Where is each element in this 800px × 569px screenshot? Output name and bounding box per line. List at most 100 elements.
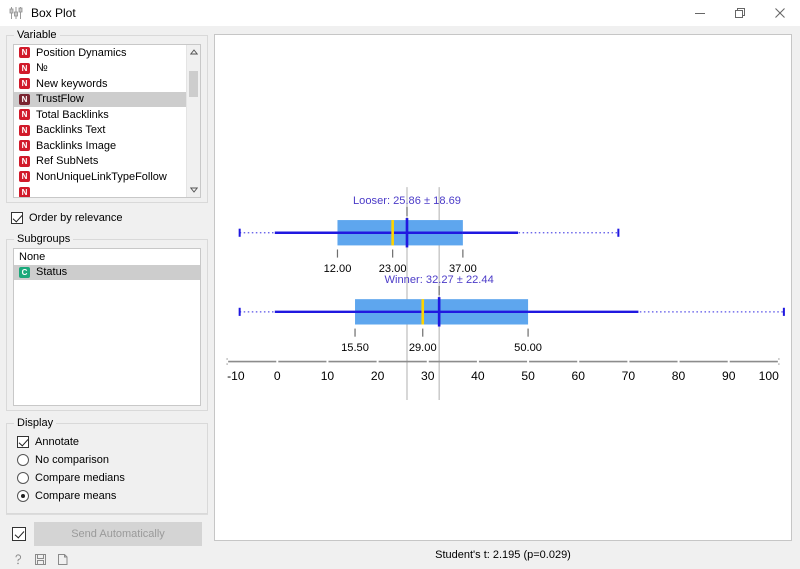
scroll-down-icon[interactable]	[187, 183, 200, 197]
numeric-variable-icon: N	[19, 62, 30, 74]
numeric-variable-icon: N	[19, 155, 30, 167]
display-group-title: Display	[14, 417, 57, 429]
variable-list-item-label: Backlinks Image	[36, 139, 117, 152]
radio-button[interactable]	[17, 472, 29, 484]
scrollbar-thumb[interactable]	[189, 71, 198, 97]
variable-list-item-label: New keywords	[36, 77, 108, 90]
variable-list-item[interactable]: N Position Dynamics	[14, 45, 186, 61]
box-annotation-label: Looser: 25.86 ± 18.69	[353, 195, 461, 207]
q3-value-label: 50.00	[514, 342, 542, 354]
variable-list-item-partial[interactable]: N	[14, 185, 186, 197]
title-bar: Box Plot	[0, 0, 800, 26]
statusbar: Student's t: 2.195 (p=0.029)	[214, 541, 792, 569]
order-by-relevance-checkbox[interactable]: Order by relevance	[11, 209, 208, 227]
annotate-checkbox-box[interactable]	[17, 436, 29, 448]
statistical-test-result: Student's t: 2.195 (p=0.029)	[435, 549, 571, 561]
box-plot-window: Box Plot Variable N Position Dynamics N …	[0, 0, 800, 569]
numeric-variable-icon: N	[19, 140, 30, 152]
variable-list-item[interactable]: N Backlinks Image	[14, 138, 186, 154]
save-icon[interactable]	[34, 553, 47, 569]
control-sidebar: Variable N Position Dynamics N № N New keywor…	[0, 26, 214, 569]
boxplot-icon	[8, 5, 24, 21]
x-axis-tick-label: 90	[722, 369, 736, 383]
subgroup-list-item-label: None	[19, 250, 46, 263]
send-automatically-checkbox[interactable]	[12, 527, 26, 541]
subgroups-list[interactable]: None C Status	[13, 248, 201, 406]
window-controls	[680, 0, 800, 26]
categorical-variable-icon: C	[19, 266, 30, 278]
numeric-variable-icon: N	[19, 78, 30, 90]
median-value-label: 29.00	[409, 342, 437, 354]
window-title: Box Plot	[31, 5, 76, 20]
annotate-label: Annotate	[35, 436, 80, 448]
numeric-variable-icon: N	[19, 124, 30, 136]
q1-value-label: 15.50	[341, 342, 369, 354]
comparison-radio-label: No comparison	[35, 454, 109, 466]
order-by-relevance-label: Order by relevance	[29, 212, 123, 224]
x-axis-tick-label: 70	[622, 369, 636, 383]
comparison-radio-option[interactable]: No comparison	[17, 451, 201, 469]
comparison-radio-label: Compare medians	[35, 472, 125, 484]
variable-list-item-label: NonUniqueLinkTypeFollow	[36, 170, 167, 183]
comparison-radio-option[interactable]: Compare means	[17, 487, 201, 505]
variable-list-item[interactable]: N Ref SubNets	[14, 154, 186, 170]
subgroups-group-title: Subgroups	[14, 233, 74, 245]
plot-canvas[interactable]: Looser: 25.86 ± 18.69 12.00 23.00 37.00 Winn…	[214, 34, 792, 541]
variable-list-item[interactable]: N TrustFlow	[14, 91, 186, 107]
variable-list-item[interactable]: N New keywords	[14, 76, 186, 92]
subgroups-group: Subgroups None C Status	[6, 233, 208, 411]
x-axis-tick-label: 60	[572, 369, 586, 383]
subgroup-list-item[interactable]: C Status	[14, 264, 200, 280]
numeric-variable-icon: N	[19, 93, 30, 105]
x-axis-tick-label: 30	[421, 369, 435, 383]
plot-panel: Looser: 25.86 ± 18.69 12.00 23.00 37.00 Winn…	[214, 26, 800, 569]
radio-button[interactable]	[17, 454, 29, 466]
variable-list-item-label: Backlinks Text	[36, 124, 106, 137]
send-bar: Send Automatically	[6, 514, 208, 550]
annotate-checkbox[interactable]: Annotate	[17, 433, 201, 451]
variable-list-item[interactable]: N №	[14, 61, 186, 77]
variable-list-item-label: Total Backlinks	[36, 108, 109, 121]
send-automatically-button[interactable]: Send Automatically	[34, 522, 202, 546]
subgroup-list-item-label: Status	[36, 266, 68, 279]
display-group: Display Annotate No comparison Compare me…	[6, 417, 208, 514]
maximize-icon[interactable]	[720, 0, 760, 26]
x-axis-tick-label: -10	[227, 369, 245, 383]
variable-list-item-label: №	[36, 62, 48, 75]
numeric-variable-icon: N	[19, 47, 30, 59]
box-plot-chart: Looser: 25.86 ± 18.6912.00 23.00 37.00Winn…	[226, 187, 785, 401]
numeric-variable-icon: N	[19, 109, 30, 121]
help-icon[interactable]	[12, 553, 25, 569]
x-axis-tick-label: 80	[672, 369, 686, 383]
variable-group-title: Variable	[14, 29, 60, 41]
variable-list-item-label: Position Dynamics	[36, 46, 127, 59]
numeric-variable-icon: N	[19, 171, 30, 183]
radio-button[interactable]	[17, 490, 29, 502]
sidebar-status-icons	[6, 550, 208, 569]
comparison-radio-option[interactable]: Compare medians	[17, 469, 201, 487]
x-axis-tick-label: 40	[471, 369, 485, 383]
variable-list-item-label: Ref SubNets	[36, 155, 99, 168]
variable-list-item-label: TrustFlow	[36, 93, 84, 106]
x-axis-tick-label: 10	[321, 369, 335, 383]
comparison-radio-label: Compare means	[35, 490, 117, 502]
subgroup-list-item[interactable]: None	[14, 249, 200, 265]
variable-list-scrollbar[interactable]	[186, 45, 200, 197]
window-body: Variable N Position Dynamics N № N New keywor…	[0, 26, 800, 569]
report-icon[interactable]	[56, 553, 69, 569]
variable-list-item[interactable]: N NonUniqueLinkTypeFollow	[14, 169, 186, 185]
variable-list-item[interactable]: N Backlinks Text	[14, 123, 186, 139]
q1-value-label: 12.00	[324, 263, 352, 275]
order-by-relevance-checkbox-box[interactable]	[11, 212, 23, 224]
variable-list-item[interactable]: N Total Backlinks	[14, 107, 186, 123]
box-annotation-label: Winner: 32.27 ± 22.44	[385, 274, 494, 286]
close-icon[interactable]	[760, 0, 800, 26]
variable-group: Variable N Position Dynamics N № N New keywor…	[6, 29, 208, 203]
minimize-icon[interactable]	[680, 0, 720, 26]
scroll-up-icon[interactable]	[187, 45, 200, 59]
variable-list[interactable]: N Position Dynamics N № N New keywords N TrustF…	[13, 44, 201, 198]
numeric-variable-icon: N	[19, 186, 30, 197]
x-axis-tick-label: 20	[371, 369, 385, 383]
x-axis-tick-label: 0	[274, 369, 281, 383]
x-axis-tick-label: 100	[759, 369, 779, 383]
